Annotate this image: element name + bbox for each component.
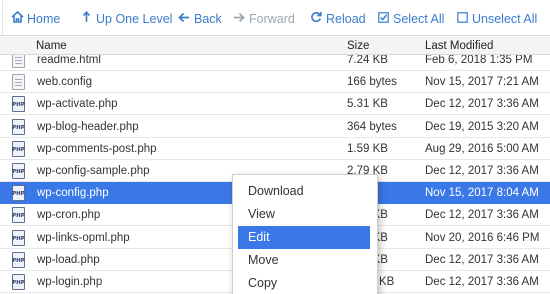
file-name: wp-comments-post.php [37,142,157,155]
table-header: Name Size Last Modified [0,37,550,55]
php-file-icon: PHP [12,163,25,179]
up-one-level-button[interactable]: Up One Level [79,11,172,27]
file-size: 7.24 KB [347,55,388,66]
table-row[interactable]: PHP wp-blog-header.php 364 bytes Dec 19, 20… [0,115,550,138]
file-modified: Aug 29, 2016 5:00 AM [425,142,539,155]
refresh-icon [309,11,323,27]
file-modified: Dec 19, 2015 3:20 AM [425,120,539,133]
file-name: wp-login.php [37,276,103,288]
toolbar-divider [2,1,3,35]
column-header-size[interactable]: Size [347,40,369,52]
table-row[interactable]: PHP wp-comments-post.php 1.59 KB Aug 29, 20… [0,137,550,160]
file-size: 364 bytes [347,120,397,133]
column-header-modified[interactable]: Last Modified [425,40,493,52]
menu-item-view[interactable]: View [238,203,370,226]
file-name: wp-activate.php [37,98,118,111]
table-row[interactable]: web.config 166 bytes Nov 15, 2017 7:21 AM [0,71,550,94]
home-button[interactable]: Home [10,10,61,27]
file-modified: Nov 15, 2017 8:04 AM [425,187,539,200]
file-modified: Feb 6, 2018 1:35 PM [425,55,533,66]
unselect-all-button[interactable]: Unselect All [455,11,537,27]
php-file-icon: PHP [12,251,25,268]
file-modified: Dec 12, 2017 3:36 AM [425,276,539,288]
file-name: wp-config.php [37,187,109,200]
back-button[interactable]: Back [177,11,222,27]
php-file-icon: PHP [12,140,25,157]
php-file-icon: PHP [12,229,25,246]
file-modified: Nov 15, 2017 7:21 AM [425,76,539,89]
table-row[interactable]: readme.html 7.24 KB Feb 6, 2018 1:35 PM [0,55,550,71]
file-name: wp-load.php [37,253,100,266]
up-one-level-label: Up One Level [96,12,173,26]
empty-box-icon [455,11,469,27]
column-header-name[interactable]: Name [36,40,67,52]
arrow-right-icon [232,11,246,27]
menu-item-edit[interactable]: Edit [238,226,370,249]
select-all-label: Select All [393,12,445,26]
menu-item-move[interactable]: Move [238,249,370,272]
php-file-icon: PHP [12,118,25,135]
file-name: web.config [37,76,92,89]
checked-box-icon [376,11,390,27]
file-name: wp-blog-header.php [37,120,139,133]
php-file-icon: PHP [12,207,25,224]
php-file-icon: PHP [12,185,25,202]
file-modified: Nov 20, 2016 6:46 PM [425,231,540,244]
file-name: wp-links-opml.php [37,231,130,244]
html-file-icon [12,55,25,68]
file-modified: Dec 12, 2017 3:36 AM [425,253,539,266]
arrow-left-icon [177,11,191,27]
back-label: Back [194,12,222,26]
table-row[interactable]: PHP wp-activate.php 5.31 KB Dec 12, 2017 3:… [0,93,550,116]
select-all-button[interactable]: Select All [376,11,444,27]
menu-item-copy[interactable]: Copy [238,272,370,294]
unselect-all-label: Unselect All [472,12,538,26]
toolbar: Home Up One Level Back Forward Reload Se… [0,0,550,36]
file-name: wp-cron.php [37,209,101,222]
file-name: readme.html [37,55,101,66]
level-up-icon [79,11,93,27]
reload-label: Reload [326,12,366,26]
menu-item-download[interactable]: Download [238,180,370,203]
php-file-icon: PHP [12,96,25,113]
file-modified: Dec 12, 2017 3:36 AM [425,165,539,177]
context-menu: Download View Edit Move Copy [232,174,378,294]
file-name: wp-config-sample.php [37,165,150,177]
home-icon [10,10,24,27]
php-file-icon: PHP [12,274,25,290]
home-label: Home [27,12,61,26]
file-size: 1.59 KB [347,142,388,155]
forward-label: Forward [249,12,295,26]
file-modified: Dec 12, 2017 3:36 AM [425,98,539,111]
text-file-icon [12,74,25,91]
file-size: 5.31 KB [347,98,388,111]
forward-button[interactable]: Forward [232,11,295,27]
file-size: 166 bytes [347,76,397,89]
file-modified: Dec 12, 2017 3:36 AM [425,209,539,222]
reload-button[interactable]: Reload [309,11,366,27]
